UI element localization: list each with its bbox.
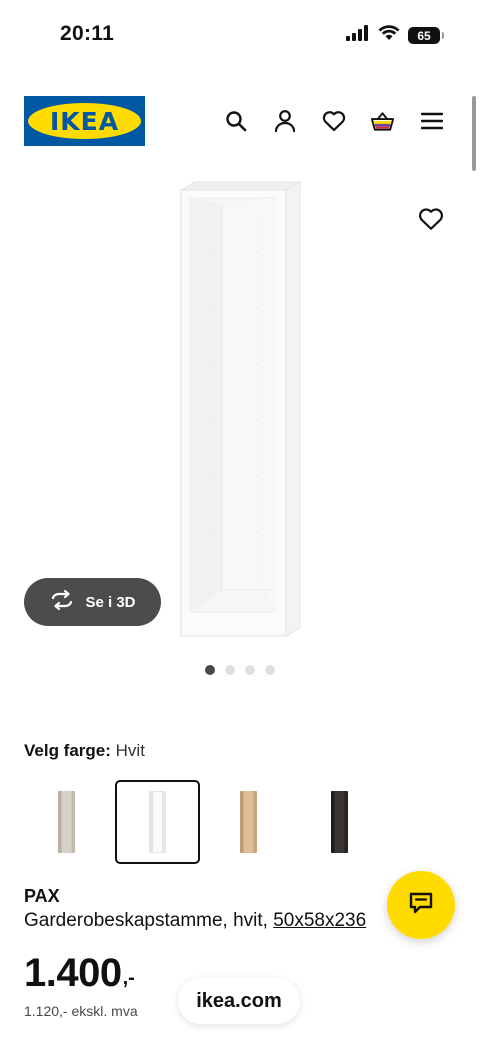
carousel-dot[interactable] <box>225 665 235 675</box>
chat-icon <box>408 891 434 920</box>
site-header: IKEA <box>0 96 480 146</box>
color-label-text: Velg farge: <box>24 741 111 760</box>
carousel-dot[interactable] <box>245 665 255 675</box>
ikea-logo[interactable]: IKEA <box>24 96 145 146</box>
price-integer: 1.400 <box>24 951 122 995</box>
battery-icon: 65 <box>408 27 444 44</box>
swatch-beige-thumb <box>58 791 75 853</box>
basket-icon[interactable] <box>370 108 395 133</box>
price-excl-vat: 1.120,- ekskl. mva <box>24 1003 138 1019</box>
swatch-hvit-thumb <box>149 791 166 853</box>
logo-oval: IKEA <box>28 103 141 139</box>
status-time: 20:11 <box>60 22 115 45</box>
product-description: Garderobeskapstamme, hvit, 50x58x236 <box>24 910 366 932</box>
browser-url: ikea.com <box>196 989 282 1012</box>
swatch-eik[interactable] <box>206 780 291 864</box>
swatch-beige[interactable] <box>24 780 109 864</box>
heart-icon[interactable] <box>321 108 346 133</box>
color-selected-value: Hvit <box>115 741 145 760</box>
status-icons: 65 <box>346 25 444 46</box>
carousel-dot[interactable] <box>265 665 275 675</box>
product-description-text: Garderobeskapstamme, hvit, <box>24 910 274 931</box>
color-swatches <box>24 780 382 864</box>
battery-level: 65 <box>417 28 431 43</box>
signal-icon <box>346 25 370 46</box>
view-3d-label: Se i 3D <box>85 593 136 611</box>
product-name: PAX <box>24 886 60 906</box>
color-picker-label: Velg farge: Hvit <box>24 741 145 761</box>
swatch-hvit[interactable] <box>115 780 200 864</box>
logo-text: IKEA <box>49 106 120 136</box>
favorite-heart-icon[interactable] <box>418 207 444 233</box>
status-bar: 20:11 65 <box>0 0 480 70</box>
view-3d-button[interactable]: Se i 3D <box>24 578 161 626</box>
chat-button[interactable] <box>387 871 455 939</box>
menu-icon[interactable] <box>419 108 444 133</box>
account-icon[interactable] <box>272 108 297 133</box>
price-decimal: ,- <box>122 967 135 989</box>
swatch-eik-thumb <box>240 791 257 853</box>
carousel-dot[interactable] <box>205 665 215 675</box>
product-image[interactable] <box>178 180 303 638</box>
swatch-svartbrun[interactable] <box>297 780 382 864</box>
product-price: 1.400,- <box>24 951 135 996</box>
swatch-svartbrun-thumb <box>331 791 348 853</box>
header-nav <box>223 108 444 133</box>
wifi-icon <box>378 25 400 46</box>
carousel-dots <box>205 665 275 675</box>
search-icon[interactable] <box>223 108 248 133</box>
rotate-3d-icon <box>49 589 75 614</box>
product-dimensions-link[interactable]: 50x58x236 <box>273 910 366 931</box>
browser-url-bar[interactable]: ikea.com <box>178 978 300 1024</box>
scroll-indicator[interactable] <box>472 96 476 171</box>
